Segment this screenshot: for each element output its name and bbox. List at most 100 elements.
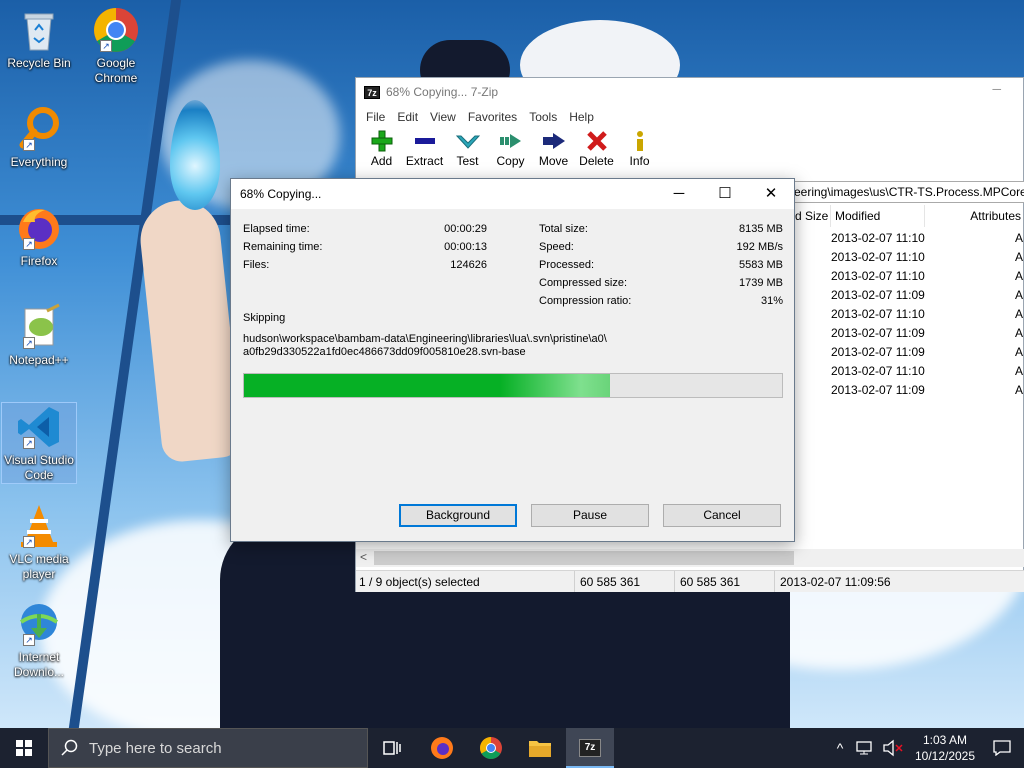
close-button[interactable]: ✕ [748, 179, 794, 209]
volume-muted-icon [883, 739, 903, 757]
taskbar-search-box[interactable]: Type here to search [48, 728, 368, 768]
check-icon [446, 130, 489, 154]
start-button[interactable] [0, 728, 48, 768]
minimize-button[interactable]: ─ [656, 179, 702, 209]
chrome-icon: ↗ [92, 6, 140, 54]
shortcut-arrow-icon: ↗ [23, 634, 35, 646]
chrome-icon [480, 737, 502, 759]
table-row[interactable]: 2013-02-07 11:10 A [831, 364, 1024, 383]
desktop-icon-label: Notepad++ [9, 353, 69, 367]
taskbar-file-explorer[interactable] [516, 728, 564, 768]
table-row[interactable]: 2013-02-07 11:10 A [831, 307, 1024, 326]
cell-modified: 2013-02-07 11:10 [831, 269, 925, 283]
vscode-icon: ↗ [15, 403, 63, 451]
chevron-up-icon[interactable]: ^ [828, 740, 852, 756]
desktop-icon-notepadpp[interactable]: ↗ Notepad++ [1, 303, 77, 368]
taskbar-7zip[interactable]: 7z [566, 728, 614, 768]
desktop-icon-recycle-bin[interactable]: Recycle Bin [1, 6, 77, 71]
desktop-icon-chrome[interactable]: ↗ Google Chrome [78, 6, 154, 86]
shortcut-arrow-icon: ↗ [23, 337, 35, 349]
stat-files: Files: 124626 [243, 256, 487, 274]
recycle-bin-icon [15, 6, 63, 54]
extract-label: Extract [405, 154, 444, 168]
path-address-bar[interactable]: eering\images\us\CTR-TS.Process.MPCore. [791, 181, 1024, 203]
taskbar-chrome[interactable] [467, 728, 515, 768]
table-row[interactable]: 2013-02-07 11:09 A [831, 345, 1024, 364]
7zip-title-bar[interactable]: 7z 68% Copying... 7-Zip ─ [356, 78, 1023, 106]
column-size[interactable]: d Size [791, 205, 831, 227]
desktop-icon-vlc[interactable]: ↗ VLC media player [1, 502, 77, 582]
shortcut-arrow-icon: ↗ [23, 139, 35, 151]
add-button[interactable]: Add [360, 128, 403, 174]
table-row[interactable]: 2013-02-07 11:09 A [831, 288, 1024, 307]
dialog-title-bar[interactable]: 68% Copying... ─ ☐ ✕ [231, 179, 794, 209]
toolbar: Add Extract Test Copy Move Delete Info [356, 128, 1023, 174]
delete-button[interactable]: Delete [575, 128, 618, 174]
menu-tools[interactable]: Tools [523, 110, 563, 124]
shortcut-arrow-icon: ↗ [100, 40, 112, 52]
cell-modified: 2013-02-07 11:10 [831, 250, 925, 264]
minimize-button[interactable]: ─ [992, 82, 1001, 96]
cancel-button[interactable]: Cancel [663, 504, 781, 527]
stat-value: 31% [760, 295, 783, 307]
stat-label: Compression ratio: [539, 295, 632, 307]
table-row[interactable]: 2013-02-07 11:10 A [831, 250, 1024, 269]
delete-x-icon [575, 130, 618, 154]
cell-attributes: A [1014, 250, 1023, 264]
move-button[interactable]: Move [532, 128, 575, 174]
minus-icon [403, 130, 446, 154]
test-button[interactable]: Test [446, 128, 489, 174]
scrollbar-thumb[interactable] [374, 551, 794, 565]
desktop-icon-vscode[interactable]: ↗ Visual Studio Code [1, 402, 77, 484]
taskbar-clock[interactable]: 1:03 AM 10/12/2025 [910, 732, 980, 764]
clock-time: 1:03 AM [922, 733, 968, 747]
maximize-button[interactable]: ☐ [702, 179, 748, 209]
move-arrow-icon [532, 130, 575, 154]
table-row[interactable]: 2013-02-07 11:10 A [831, 231, 1024, 250]
background-button[interactable]: Background [399, 504, 517, 527]
table-row[interactable]: 2013-02-07 11:10 A [831, 269, 1024, 288]
cell-attributes: A [1014, 364, 1023, 378]
pause-button[interactable]: Pause [531, 504, 649, 527]
desktop-icon-label: VLC media player [9, 552, 69, 581]
column-modified[interactable]: Modified [831, 205, 925, 227]
7zip-icon: 7z [364, 85, 380, 99]
add-label: Add [370, 154, 393, 168]
column-attributes[interactable]: Attributes [925, 205, 1024, 227]
desktop-icon-everything[interactable]: ↗ Everything [1, 105, 77, 170]
stat-value: 00:00:29 [444, 223, 487, 235]
desktop-icon-label: Google Chrome [94, 56, 138, 85]
desktop-icon-idm[interactable]: ↗ Internet Downlo... [1, 600, 77, 680]
task-view-icon [383, 741, 401, 755]
menu-edit[interactable]: Edit [391, 110, 424, 124]
info-button[interactable]: Info [618, 128, 661, 174]
table-row[interactable]: 2013-02-07 11:09 A [831, 383, 1024, 402]
menu-file[interactable]: File [360, 110, 391, 124]
notifications-button[interactable] [980, 728, 1024, 768]
task-view-button[interactable] [368, 728, 416, 768]
desktop-icon-firefox[interactable]: ↗ Firefox [1, 204, 77, 269]
extract-button[interactable]: Extract [403, 128, 446, 174]
menu-favorites[interactable]: Favorites [462, 110, 523, 124]
stat-speed: Speed: 192 MB/s [539, 238, 783, 256]
horizontal-scrollbar[interactable]: < [356, 549, 1024, 567]
table-row[interactable]: 2013-02-07 11:09 A [831, 326, 1024, 345]
menu-bar: File Edit View Favorites Tools Help [356, 106, 1023, 128]
copy-button[interactable]: Copy [489, 128, 532, 174]
desktop-icon-label: Visual Studio Code [4, 453, 74, 482]
stat-value: 8135 MB [738, 223, 783, 235]
scroll-left-icon[interactable]: < [360, 550, 367, 564]
vlc-icon: ↗ [15, 502, 63, 550]
cell-modified: 2013-02-07 11:09 [831, 288, 925, 302]
7zip-icon: 7z [579, 739, 601, 757]
taskbar-firefox[interactable] [418, 728, 466, 768]
copy-arrow-icon [489, 130, 532, 154]
stat-compression-ratio: Compression ratio: 31% [539, 292, 783, 310]
desktop-icon-label: Recycle Bin [7, 56, 71, 70]
info-label: Info [629, 154, 650, 168]
stat-total-size: Total size: 8135 MB [539, 220, 783, 238]
status-modified: 2013-02-07 11:09:56 [780, 574, 891, 589]
menu-help[interactable]: Help [563, 110, 600, 124]
menu-view[interactable]: View [424, 110, 462, 124]
status-selection: 1 / 9 object(s) selected [356, 571, 575, 592]
